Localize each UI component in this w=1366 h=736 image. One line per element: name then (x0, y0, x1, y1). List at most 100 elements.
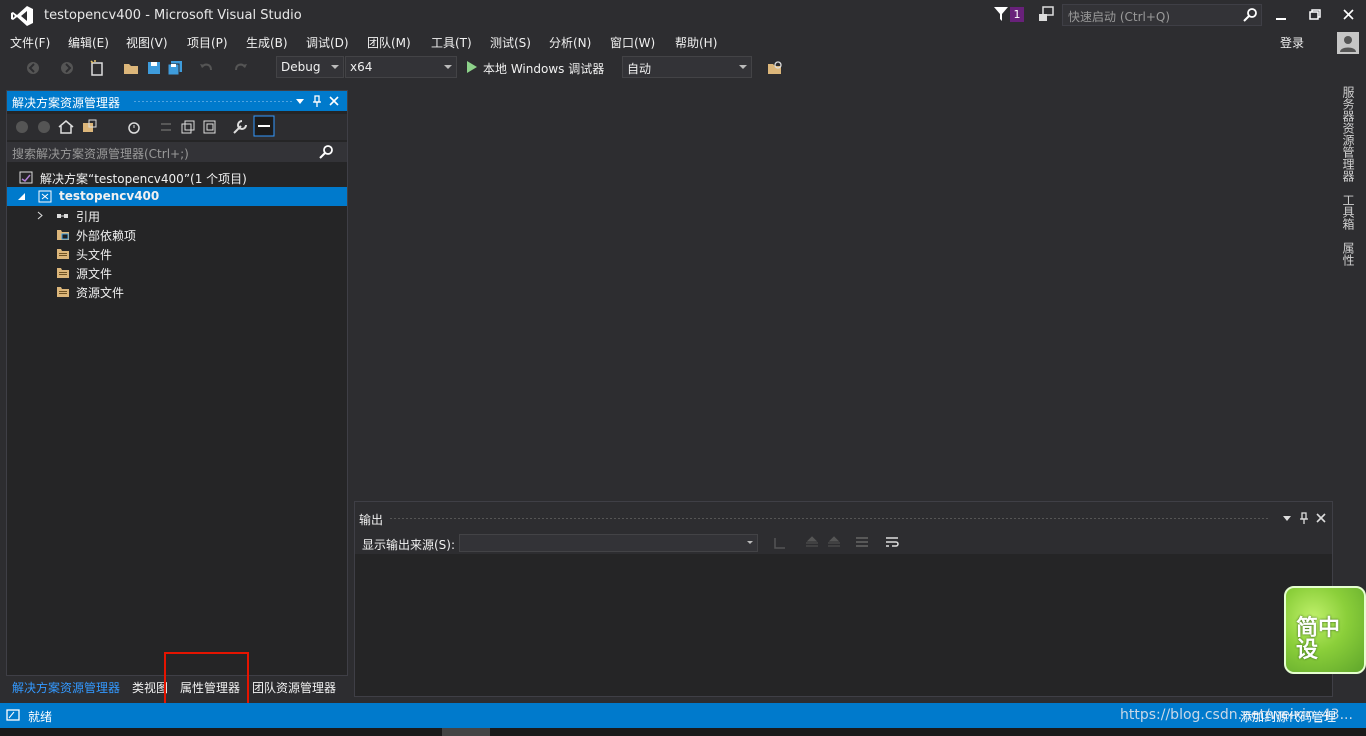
menu-tools[interactable]: 工具(T) (431, 34, 472, 51)
menu-edit[interactable]: 编辑(E) (68, 34, 109, 51)
close-icon[interactable] (1314, 511, 1328, 525)
collapse-all-icon[interactable] (179, 118, 197, 136)
menu-debug[interactable]: 调试(D) (306, 34, 349, 51)
start-debugging-button[interactable]: 本地 Windows 调试器 (483, 60, 604, 77)
tab-solution-explorer[interactable]: 解决方案资源管理器 (12, 679, 120, 696)
back-icon[interactable] (13, 118, 31, 136)
switch-views-icon[interactable] (81, 118, 99, 136)
solution-icon (19, 171, 33, 184)
tree-item-source-files[interactable]: 源文件 (7, 263, 347, 282)
open-file-icon[interactable] (122, 59, 140, 77)
chevron-down-icon (331, 65, 339, 69)
forward-icon[interactable] (35, 118, 53, 136)
references-icon (57, 214, 68, 218)
save-all-icon[interactable] (166, 59, 184, 77)
pin-icon[interactable] (310, 94, 324, 108)
tab-class-view[interactable]: 类视图 (132, 679, 168, 696)
menu-window[interactable]: 窗口(W) (610, 34, 655, 51)
save-icon[interactable] (145, 59, 163, 77)
solution-explorer-search-input[interactable]: 搜索解决方案资源管理器(Ctrl+;) (7, 142, 347, 162)
restore-icon[interactable] (1298, 3, 1332, 27)
tab-toolbox[interactable]: 工具箱 (1340, 194, 1357, 230)
tree-item-header-files[interactable]: 头文件 (7, 244, 347, 263)
pending-changes-filter-icon[interactable] (125, 118, 143, 136)
feedback-icon[interactable] (1037, 6, 1055, 24)
avatar-icon[interactable] (1337, 32, 1359, 54)
undo-icon[interactable] (197, 59, 215, 77)
close-icon[interactable] (1332, 3, 1366, 27)
minimize-icon[interactable] (1264, 3, 1298, 27)
drag-handle[interactable] (389, 517, 1269, 520)
debug-target-select[interactable]: 自动 (622, 56, 752, 78)
sync-with-active-document-icon[interactable] (157, 118, 175, 136)
properties-wrench-icon[interactable] (231, 118, 249, 136)
add-to-source-control-button[interactable]: 添加到源代码管理 (1240, 708, 1336, 725)
menu-test[interactable]: 测试(S) (490, 34, 531, 51)
output-title: 输出 (359, 513, 384, 527)
start-debugging-icon[interactable] (466, 60, 478, 74)
ime-status-badge[interactable]: 简中设 (1284, 586, 1366, 674)
tab-team-explorer[interactable]: 团队资源管理器 (252, 679, 336, 696)
right-tool-strip: 服务器资源管理器 工具箱 属性 (1336, 84, 1360, 284)
go-to-line-icon[interactable] (771, 534, 789, 552)
notifications-filter-icon[interactable] (994, 6, 1008, 22)
search-icon[interactable] (319, 145, 333, 159)
menu-file[interactable]: 文件(F) (10, 34, 50, 51)
solution-explorer-search-placeholder: 搜索解决方案资源管理器(Ctrl+;) (12, 147, 189, 161)
ime-status-text: 简中设 (1296, 616, 1341, 663)
navigate-forward-icon[interactable] (58, 59, 76, 77)
menu-help[interactable]: 帮助(H) (675, 34, 717, 51)
output-header[interactable]: 输出 (355, 502, 1332, 532)
show-all-files-icon[interactable] (201, 118, 219, 136)
tree-item-project[interactable]: testopencv400 (7, 187, 347, 206)
menu-team[interactable]: 团队(M) (367, 34, 411, 51)
pin-icon[interactable] (1297, 511, 1311, 525)
filter-folder-icon (57, 268, 69, 278)
tree-item-solution[interactable]: 解决方案“testopencv400”(1 个项目) (7, 168, 347, 187)
tab-properties[interactable]: 属性 (1340, 242, 1357, 266)
quick-launch-placeholder: 快速启动 (Ctrl+Q) (1068, 10, 1171, 24)
window-position-dropdown-icon[interactable] (293, 94, 307, 108)
menu-view[interactable]: 视图(V) (126, 34, 168, 51)
tree-label-project: testopencv400 (59, 189, 160, 203)
preview-selected-items-icon[interactable] (253, 115, 275, 137)
output-source-select[interactable] (459, 534, 758, 552)
tree-item-external-dependencies[interactable]: 外部依赖项 (7, 225, 347, 244)
redo-icon[interactable] (232, 59, 250, 77)
tree-item-resource-files[interactable]: 资源文件 (7, 282, 347, 301)
filter-folder-icon (57, 249, 69, 259)
solution-platform-select[interactable]: x64 (345, 56, 457, 78)
window-title: testopencv400 - Microsoft Visual Studio (44, 8, 302, 23)
tree-item-references[interactable]: 引用 (7, 206, 347, 225)
new-project-icon[interactable] (88, 59, 106, 77)
sign-in-link[interactable]: 登录 (1280, 34, 1304, 51)
chevron-down-icon (747, 541, 753, 544)
notification-count-badge[interactable]: 1 (1010, 7, 1024, 22)
taskbar-active-item[interactable] (442, 728, 490, 736)
close-icon[interactable] (327, 94, 341, 108)
solution-configuration-select[interactable]: Debug (276, 56, 344, 78)
window-position-dropdown-icon[interactable] (1280, 511, 1294, 525)
title-bar: testopencv400 - Microsoft Visual Studio … (0, 0, 1366, 31)
navigate-back-icon[interactable] (24, 59, 42, 77)
solution-configuration-value: Debug (281, 60, 321, 74)
taskbar (0, 728, 1366, 736)
solution-platform-value: x64 (350, 60, 373, 74)
collapsed-arrow-icon[interactable] (36, 209, 44, 222)
word-wrap-icon[interactable] (883, 534, 901, 552)
find-in-files-icon[interactable] (766, 59, 784, 77)
clear-all-icon[interactable] (853, 534, 871, 552)
solution-explorer-header[interactable]: 解决方案资源管理器 (7, 91, 347, 111)
menu-project[interactable]: 项目(P) (187, 34, 228, 51)
menu-bar: 文件(F) 编辑(E) 视图(V) 项目(P) 生成(B) 调试(D) 团队(M… (0, 31, 1366, 53)
menu-build[interactable]: 生成(B) (246, 34, 288, 51)
previous-message-icon[interactable] (803, 534, 821, 552)
tab-server-explorer[interactable]: 服务器资源管理器 (1340, 86, 1357, 182)
home-icon[interactable] (57, 118, 75, 136)
expanded-arrow-icon[interactable] (17, 190, 27, 203)
next-message-icon[interactable] (825, 534, 843, 552)
filter-folder-icon (57, 287, 69, 297)
drag-handle[interactable] (133, 100, 293, 103)
quick-launch-input[interactable]: 快速启动 (Ctrl+Q) (1062, 4, 1262, 26)
menu-analyze[interactable]: 分析(N) (549, 34, 591, 51)
